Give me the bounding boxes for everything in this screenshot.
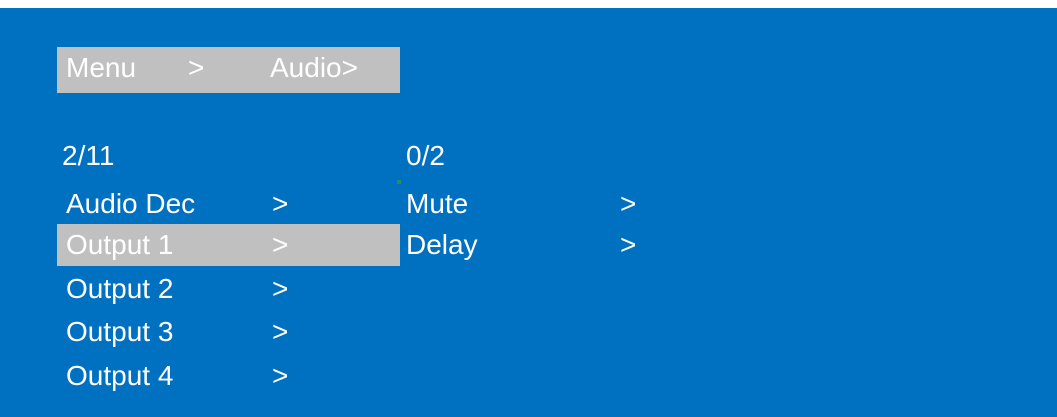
chevron-right-icon: > xyxy=(620,188,637,219)
chevron-right-icon: > xyxy=(272,316,289,347)
breadcrumb-menu[interactable]: Menu xyxy=(66,50,136,86)
chevron-right-icon: > xyxy=(620,229,637,260)
chevron-right-icon: > xyxy=(272,360,289,391)
breadcrumb-audio[interactable]: Audio> xyxy=(270,50,358,86)
left-list-counter: 2/11 xyxy=(62,140,115,171)
list-item-label: Mute xyxy=(406,188,469,219)
list-item-label: Output 3 xyxy=(66,316,174,347)
list-item-label: Output 4 xyxy=(66,360,174,391)
list-item-label: Output 1 xyxy=(66,229,174,260)
osd-screen: Menu > Audio> 2/11 Audio Dec > Output 1 … xyxy=(0,8,1057,417)
list-item-label: Audio Dec xyxy=(66,188,196,219)
cursor-marker xyxy=(397,180,401,184)
breadcrumb-separator: > xyxy=(188,52,205,83)
chevron-right-icon: > xyxy=(272,229,289,260)
chevron-right-icon: > xyxy=(272,273,289,304)
right-list-counter: 0/2 xyxy=(406,140,445,171)
list-item-label: Output 2 xyxy=(66,273,174,304)
list-item-label: Delay xyxy=(406,229,478,260)
chevron-right-icon: > xyxy=(272,188,289,219)
